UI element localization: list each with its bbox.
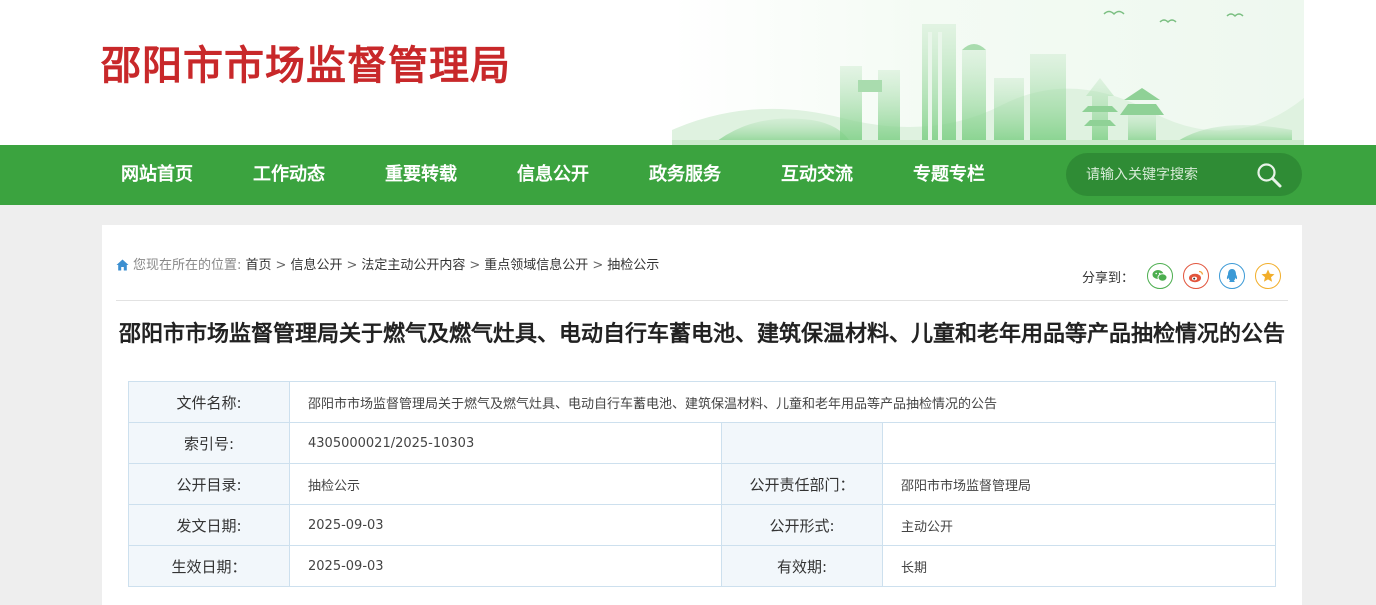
table-row: 生效日期： 2025-09-03 有效期: 长期	[128, 545, 1277, 587]
site-header: 邵阳市市场监督管理局	[0, 0, 1376, 145]
breadcrumb-separator: >	[592, 258, 604, 273]
nav-item-reprints[interactable]: 重要转载	[385, 145, 457, 205]
qzone-share-button[interactable]	[1255, 263, 1281, 289]
breadcrumb-item-inspection[interactable]: 抽检公示	[607, 258, 659, 273]
responsible-dept-label: 公开责任部门：	[721, 463, 883, 505]
city-skyline-illustration	[672, 0, 1304, 145]
weibo-icon	[1189, 270, 1204, 283]
nav-item-special-topics[interactable]: 专题专栏	[913, 145, 985, 205]
document-info-table: 文件名称: 邵阳市市场监督管理局关于燃气及燃气灶具、电动自行车蓄电池、建筑保温材…	[128, 381, 1277, 587]
table-row: 公开目录: 抽检公示 公开责任部门： 邵阳市市场监督管理局	[128, 463, 1277, 505]
validity-label: 有效期:	[721, 545, 883, 587]
nav-item-work-news[interactable]: 工作动态	[253, 145, 325, 205]
wechat-share-button[interactable]	[1147, 263, 1173, 289]
responsible-dept-value: 邵阳市市场监督管理局	[881, 463, 1277, 505]
qzone-star-icon	[1261, 269, 1275, 282]
breadcrumb-separator: >	[469, 258, 481, 273]
site-title[interactable]: 邵阳市市场监督管理局	[101, 40, 511, 92]
breadcrumb-item-info-disclosure[interactable]: 信息公开	[290, 258, 342, 273]
empty-label-cell	[721, 422, 883, 464]
content-card: 您现在所在的位置: 首页 > 信息公开 > 法定主动公开内容 > 重点领域信息公开 > 抽检公示…	[102, 225, 1302, 605]
index-number-label: 索引号:	[128, 422, 290, 464]
effective-date-label: 生效日期：	[128, 545, 290, 587]
breadcrumb-lead: 您现在所在的位置:	[133, 258, 242, 273]
qq-icon	[1226, 269, 1238, 282]
search-input[interactable]	[1086, 153, 1256, 196]
empty-value-cell	[881, 422, 1277, 464]
validity-value: 长期	[881, 545, 1277, 587]
header-divider	[116, 300, 1288, 301]
disclosure-form-label: 公开形式:	[721, 504, 883, 546]
breadcrumb-separator: >	[346, 258, 358, 273]
nav-item-info-disclosure[interactable]: 信息公开	[517, 145, 589, 205]
breadcrumb-item-home[interactable]: 首页	[246, 258, 272, 273]
table-row: 文件名称: 邵阳市市场监督管理局关于燃气及燃气灶具、电动自行车蓄电池、建筑保温材…	[128, 381, 1277, 423]
file-name-value: 邵阳市市场监督管理局关于燃气及燃气灶具、电动自行车蓄电池、建筑保温材料、儿童和老…	[288, 381, 1277, 423]
weibo-share-button[interactable]	[1183, 263, 1209, 289]
nav-item-home[interactable]: 网站首页	[121, 145, 193, 205]
table-row: 发文日期: 2025-09-03 公开形式: 主动公开	[128, 504, 1277, 546]
nav-item-interaction[interactable]: 互动交流	[781, 145, 853, 205]
breadcrumb-item-statutory-content[interactable]: 法定主动公开内容	[361, 258, 465, 273]
catalog-value: 抽检公示	[289, 463, 722, 505]
catalog-label: 公开目录:	[128, 463, 290, 505]
file-name-label: 文件名称:	[128, 381, 290, 423]
effective-date-value: 2025-09-03	[289, 545, 722, 587]
share-label: 分享到：	[1082, 271, 1135, 286]
wechat-icon	[1152, 270, 1168, 282]
qq-share-button[interactable]	[1219, 263, 1245, 289]
search-icon[interactable]	[1254, 160, 1284, 190]
nav-item-gov-services[interactable]: 政务服务	[649, 145, 721, 205]
breadcrumb-item-key-areas[interactable]: 重点领域信息公开	[484, 258, 588, 273]
disclosure-form-value: 主动公开	[881, 504, 1277, 546]
table-row: 索引号: 4305000021/2025-10303	[128, 422, 1277, 464]
home-icon	[116, 259, 129, 271]
issue-date-value: 2025-09-03	[289, 504, 722, 546]
issue-date-label: 发文日期:	[128, 504, 290, 546]
breadcrumb-separator: >	[275, 258, 287, 273]
article-title: 邵阳市市场监督管理局关于燃气及燃气灶具、电动自行车蓄电池、建筑保温材料、儿童和老…	[118, 322, 1285, 347]
breadcrumb: 您现在所在的位置: 首页 > 信息公开 > 法定主动公开内容 > 重点领域信息公开 > 抽检公示	[116, 257, 659, 275]
search-box	[1066, 153, 1302, 196]
index-number-value: 4305000021/2025-10303	[289, 422, 722, 464]
